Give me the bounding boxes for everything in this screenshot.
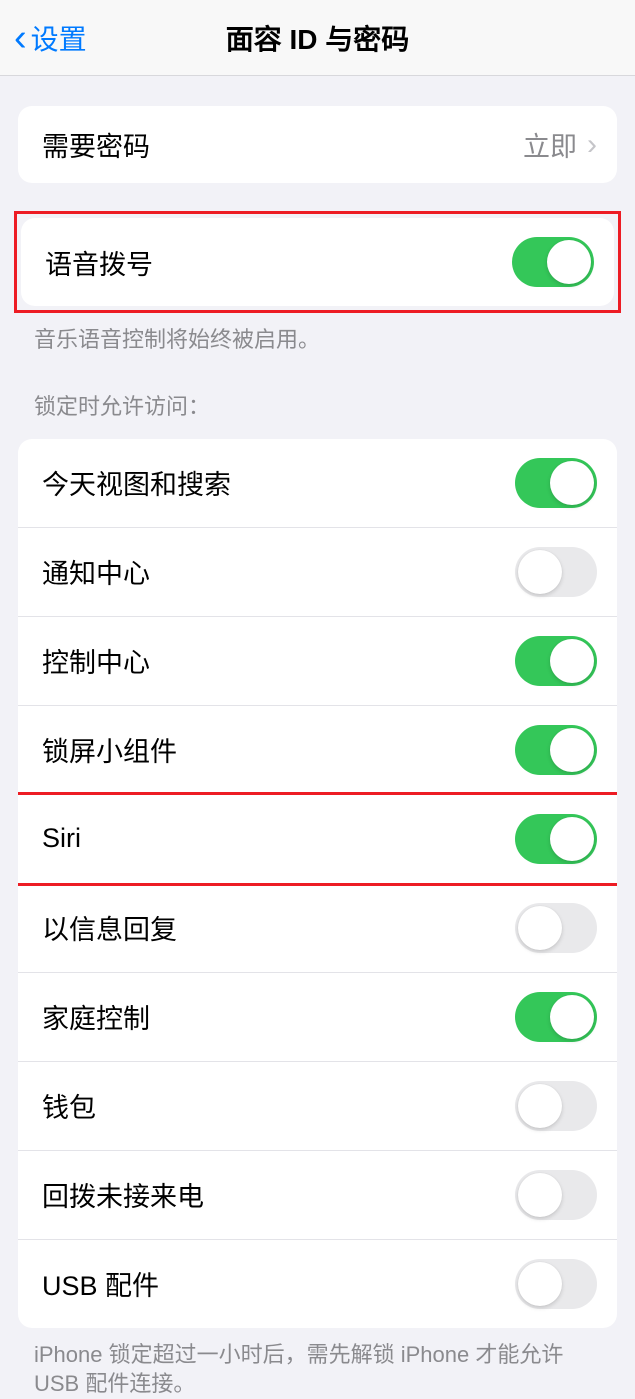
highlight-voice-dial: 语音拨号 [14, 211, 621, 313]
toggle-knob [550, 995, 594, 1039]
chevron-right-icon: › [587, 128, 597, 162]
back-button[interactable]: ‹ 设置 [0, 18, 87, 58]
lock-access-row-wallet: 钱包 [18, 1062, 617, 1151]
lock-access-row-widgets: 锁屏小组件 [18, 706, 617, 795]
lock-access-group: 今天视图和搜索通知中心控制中心锁屏小组件 Siri 以信息回复家庭控制钱包回拨未接来… [18, 439, 617, 1328]
lock-access-toggle-widgets[interactable] [515, 725, 597, 775]
lock-access-row-home: 家庭控制 [18, 973, 617, 1062]
toggle-knob [518, 1084, 562, 1128]
require-passcode-label: 需要密码 [42, 125, 523, 164]
lock-access-toggle-callback[interactable] [515, 1170, 597, 1220]
lock-access-row-reply: 以信息回复 [18, 884, 617, 973]
toggle-knob [550, 728, 594, 772]
lock-access-row-siri: Siri [18, 795, 617, 884]
lock-access-row-today: 今天视图和搜索 [18, 439, 617, 528]
back-label: 设置 [31, 18, 87, 58]
lock-access-label-callback: 回拨未接来电 [42, 1175, 515, 1214]
toggle-knob [518, 1173, 562, 1217]
require-passcode-value: 立即 [523, 125, 577, 164]
content-area: 需要密码 立即 › 语音拨号 音乐语音控制将始终被启用。 锁定时允许访问： 今天… [0, 106, 635, 1399]
lock-access-row-notification: 通知中心 [18, 528, 617, 617]
voice-dial-row: 语音拨号 [21, 218, 614, 306]
toggle-knob [518, 550, 562, 594]
lock-access-label-widgets: 锁屏小组件 [42, 730, 515, 769]
voice-dial-label: 语音拨号 [45, 243, 512, 282]
lock-access-toggle-wallet[interactable] [515, 1081, 597, 1131]
lock-access-label-home: 家庭控制 [42, 997, 515, 1036]
voice-dial-toggle[interactable] [512, 237, 594, 287]
lock-access-toggle-reply[interactable] [515, 903, 597, 953]
lock-access-toggle-usb[interactable] [515, 1259, 597, 1309]
lock-access-label-notification: 通知中心 [42, 552, 515, 591]
voice-dial-footer: 音乐语音控制将始终被启用。 [0, 313, 635, 355]
toggle-knob [547, 240, 591, 284]
lock-access-toggle-control[interactable] [515, 636, 597, 686]
lock-access-toggle-home[interactable] [515, 992, 597, 1042]
lock-access-footer: iPhone 锁定超过一小时后，需先解锁 iPhone 才能允许 USB 配件连… [0, 1328, 635, 1399]
nav-bar: ‹ 设置 面容 ID 与密码 [0, 0, 635, 76]
lock-access-row-callback: 回拨未接来电 [18, 1151, 617, 1240]
toggle-knob [550, 639, 594, 683]
toggle-knob [550, 817, 594, 861]
lock-access-label-wallet: 钱包 [42, 1086, 515, 1125]
lock-access-toggle-siri[interactable] [515, 814, 597, 864]
lock-access-label-reply: 以信息回复 [42, 908, 515, 947]
voice-dial-group: 语音拨号 [21, 218, 614, 306]
lock-access-header: 锁定时允许访问： [0, 355, 635, 431]
page-title: 面容 ID 与密码 [0, 18, 635, 58]
lock-access-toggle-notification[interactable] [515, 547, 597, 597]
lock-access-label-today: 今天视图和搜索 [42, 463, 515, 502]
require-passcode-row[interactable]: 需要密码 立即 › [18, 106, 617, 183]
toggle-knob [518, 906, 562, 950]
lock-access-label-siri: Siri [42, 823, 515, 854]
lock-access-row-control: 控制中心 [18, 617, 617, 706]
toggle-knob [518, 1262, 562, 1306]
lock-access-label-usb: USB 配件 [42, 1264, 515, 1303]
toggle-knob [550, 461, 594, 505]
lock-access-label-control: 控制中心 [42, 641, 515, 680]
chevron-left-icon: ‹ [14, 19, 27, 57]
passcode-group: 需要密码 立即 › [18, 106, 617, 183]
lock-access-toggle-today[interactable] [515, 458, 597, 508]
